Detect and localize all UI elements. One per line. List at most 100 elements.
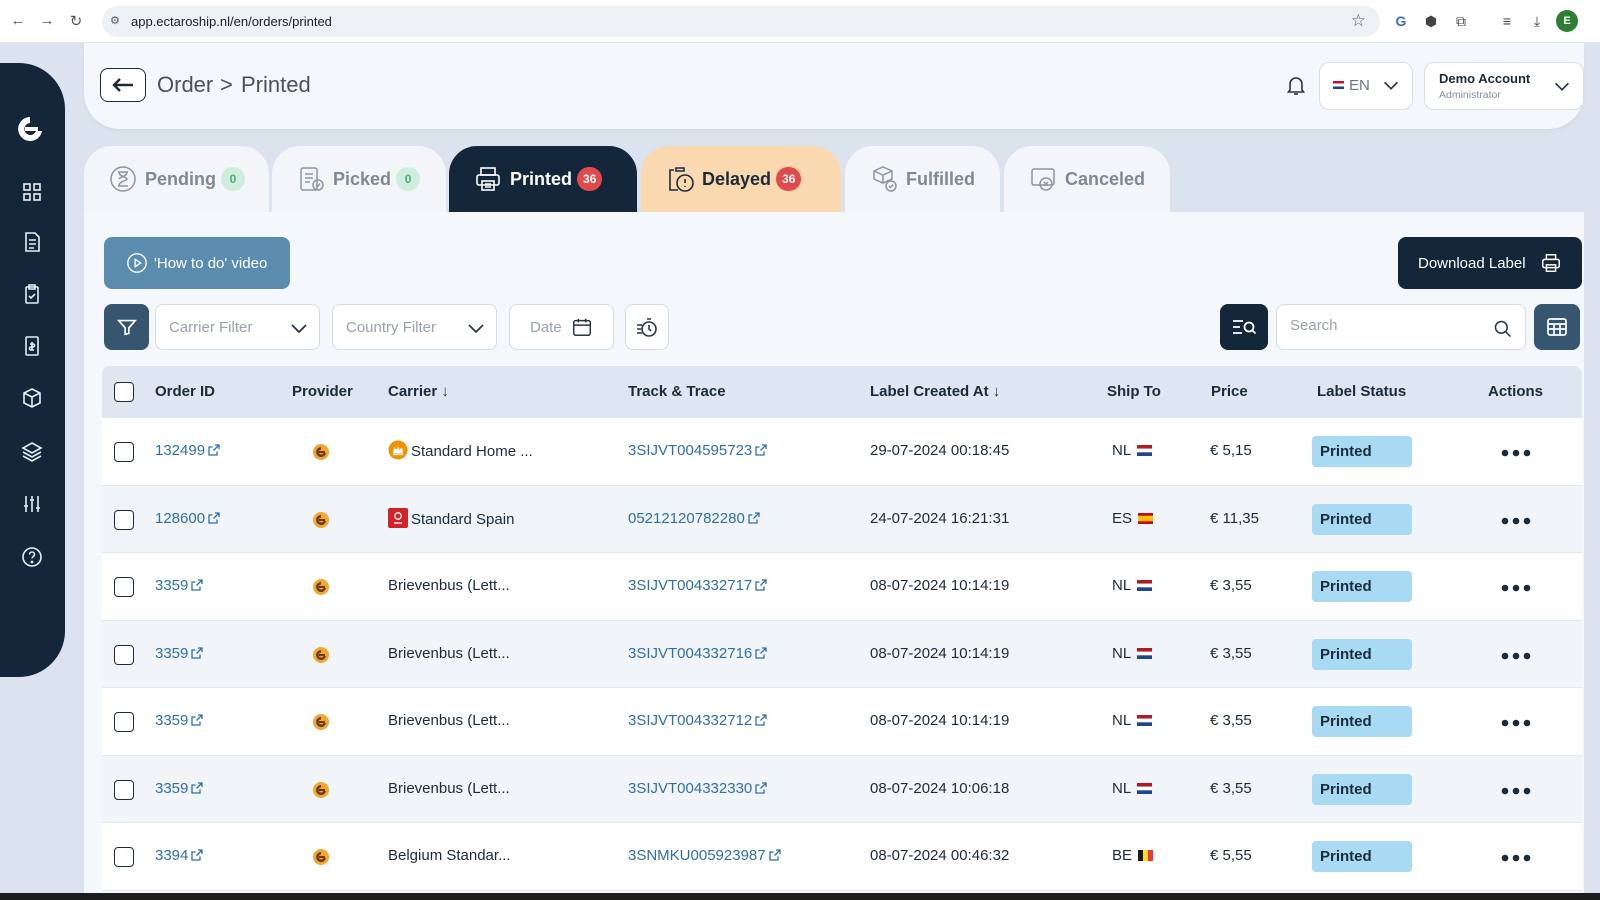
col-label-created[interactable]: Label Created At ↓ xyxy=(870,383,1000,400)
checklist-icon[interactable] xyxy=(20,282,44,306)
url-text: app.ectaroship.nl/en/orders/printed xyxy=(131,14,332,29)
order-id-link[interactable]: 128600 xyxy=(155,510,220,527)
more-actions-icon[interactable] xyxy=(1500,718,1532,728)
track-trace-text: 3SIJVT004595723 xyxy=(628,442,753,459)
site-info-icon[interactable]: ⚙ xyxy=(110,14,120,27)
search-field[interactable] xyxy=(1276,304,1526,350)
row-checkbox[interactable] xyxy=(114,644,134,665)
help-icon[interactable] xyxy=(20,545,44,569)
chevron-down-icon xyxy=(287,316,311,340)
track-trace-link[interactable]: 3SNMKU005923987 xyxy=(628,847,781,864)
order-id-link[interactable]: 3359 xyxy=(155,780,204,797)
download-icon[interactable]: ⤓ xyxy=(1526,10,1548,32)
back-button[interactable] xyxy=(100,68,146,102)
row-checkbox[interactable] xyxy=(114,509,134,530)
tab-picked[interactable]: Picked 0 xyxy=(272,146,446,212)
browser-back-icon[interactable]: ← xyxy=(8,12,28,29)
row-checkbox[interactable] xyxy=(114,577,134,597)
tab-fulfilled[interactable]: Fulfilled xyxy=(845,146,1000,212)
track-trace-link[interactable]: 3SIJVT004332716 xyxy=(628,645,767,662)
layers-icon[interactable] xyxy=(20,439,44,463)
more-actions-icon[interactable] xyxy=(1500,448,1532,458)
notification-bell-icon[interactable] xyxy=(1284,73,1308,97)
download-label-button[interactable]: Download Label xyxy=(1398,237,1582,289)
language-selector[interactable]: EN xyxy=(1319,62,1413,110)
track-trace-link[interactable]: 3SIJVT004332330 xyxy=(628,780,767,797)
account-menu[interactable]: Demo Account Administrator xyxy=(1424,62,1584,110)
extension-icon[interactable]: ⬢ xyxy=(1420,10,1442,32)
external-link-icon xyxy=(768,849,781,861)
language-code: EN xyxy=(1349,77,1370,94)
row-checkbox[interactable] xyxy=(114,779,134,800)
howto-video-label: 'How to do' video xyxy=(154,254,268,272)
search-icon[interactable] xyxy=(1493,319,1513,339)
tab-label: Canceled xyxy=(1065,168,1146,189)
ectaroship-logo[interactable] xyxy=(14,113,46,145)
reading-list-icon[interactable]: ≡ xyxy=(1496,10,1518,32)
puzzle-extensions-icon[interactable]: ⧉ xyxy=(1450,10,1472,32)
date-picker[interactable]: Date xyxy=(509,304,614,350)
more-actions-icon[interactable] xyxy=(1500,786,1532,796)
breadcrumb-root[interactable]: Order xyxy=(157,72,213,98)
track-trace-text: 3SIJVT004332712 xyxy=(628,712,753,729)
col-carrier[interactable]: Carrier ↓ xyxy=(388,383,449,400)
address-bar[interactable]: ⚙ app.ectaroship.nl/en/orders/printed ☆ xyxy=(102,6,1380,37)
tab-canceled[interactable]: Canceled xyxy=(1004,146,1170,212)
table-row[interactable]: 3394 Belgium Standar... 3SNMKU005923987 08-… xyxy=(102,823,1582,891)
table-row[interactable]: 3359 Brievenbus (Lett... 3SIJVT004332712 08… xyxy=(102,688,1582,756)
row-checkbox[interactable] xyxy=(114,442,134,462)
row-checkbox[interactable] xyxy=(114,847,134,867)
track-trace-link[interactable]: 3SIJVT004595723 xyxy=(628,442,767,459)
status-badge: Printed xyxy=(1312,503,1412,535)
settings-sliders-icon[interactable] xyxy=(20,492,44,516)
track-trace-link[interactable]: 3SIJVT004332717 xyxy=(628,577,767,594)
status-badge: Printed xyxy=(1312,841,1412,872)
howto-video-button[interactable]: 'How to do' video xyxy=(104,237,290,289)
browser-forward-icon[interactable]: → xyxy=(37,12,57,29)
order-id-link[interactable]: 3359 xyxy=(155,712,204,729)
list-search-button[interactable] xyxy=(1220,304,1268,350)
row-checkbox[interactable] xyxy=(114,712,134,732)
track-trace-link[interactable]: 3SIJVT004332712 xyxy=(628,712,767,729)
translate-extension-icon[interactable]: G xyxy=(1390,10,1412,32)
bookmark-star-icon[interactable]: ☆ xyxy=(1351,11,1366,31)
col-order-id[interactable]: Order ID xyxy=(155,383,215,400)
more-actions-icon[interactable] xyxy=(1500,853,1532,863)
tab-delayed[interactable]: Delayed 36 xyxy=(641,146,841,212)
package-icon[interactable] xyxy=(20,386,44,410)
country-filter-select[interactable]: Country Filter xyxy=(332,304,497,350)
column-settings-button[interactable] xyxy=(1534,304,1580,350)
filter-button[interactable] xyxy=(104,304,149,350)
clipboard-picked-icon xyxy=(297,164,325,194)
browser-reload-icon[interactable]: ↻ xyxy=(66,12,86,30)
order-id-link[interactable]: 3359 xyxy=(155,645,204,662)
breadcrumb-current: Printed xyxy=(241,72,311,97)
invoice-icon[interactable] xyxy=(20,334,44,358)
ship-to-cell: BE xyxy=(1112,847,1154,864)
more-actions-icon[interactable] xyxy=(1500,583,1532,593)
more-actions-icon[interactable] xyxy=(1500,516,1532,526)
carrier-name: Brievenbus (Lett... xyxy=(388,644,510,662)
order-id-link[interactable]: 3359 xyxy=(155,577,204,594)
table-row[interactable]: 3359 Brievenbus (Lett... 3SIJVT004332716 08… xyxy=(102,620,1582,688)
orders-document-icon[interactable] xyxy=(20,230,44,254)
dashboard-icon[interactable] xyxy=(20,180,44,204)
table-row[interactable]: 3359 Brievenbus (Lett... 3SIJVT004332330 08… xyxy=(102,755,1582,823)
carrier-filter-select[interactable]: Carrier Filter xyxy=(155,304,320,350)
more-actions-icon[interactable] xyxy=(1500,651,1532,661)
ship-to-cell: NL xyxy=(1112,577,1153,594)
search-input[interactable] xyxy=(1290,317,1480,334)
order-id-link[interactable]: 132499 xyxy=(155,442,220,459)
profile-avatar[interactable]: E xyxy=(1556,10,1578,32)
order-id-link[interactable]: 3394 xyxy=(155,847,204,864)
time-filter-button[interactable] xyxy=(625,304,669,350)
table-row[interactable]: 132499 Standard Home ... 3SIJVT004595723 29… xyxy=(102,418,1582,486)
tab-pending[interactable]: Pending 0 xyxy=(84,146,269,212)
carrier-cell: Standard Home ... xyxy=(388,440,533,460)
track-trace-link[interactable]: 05212120782280 xyxy=(628,510,760,527)
table-row[interactable]: 128600 Standard Spain 05212120782280 24-07-… xyxy=(102,485,1582,553)
table-row[interactable]: 3359 Brievenbus (Lett... 3SIJVT004332717 08… xyxy=(102,553,1582,621)
label-created-at: 08-07-2024 00:46:32 xyxy=(870,847,1010,864)
tab-printed[interactable]: Printed 36 xyxy=(449,146,637,212)
select-all-checkbox[interactable] xyxy=(114,382,134,402)
